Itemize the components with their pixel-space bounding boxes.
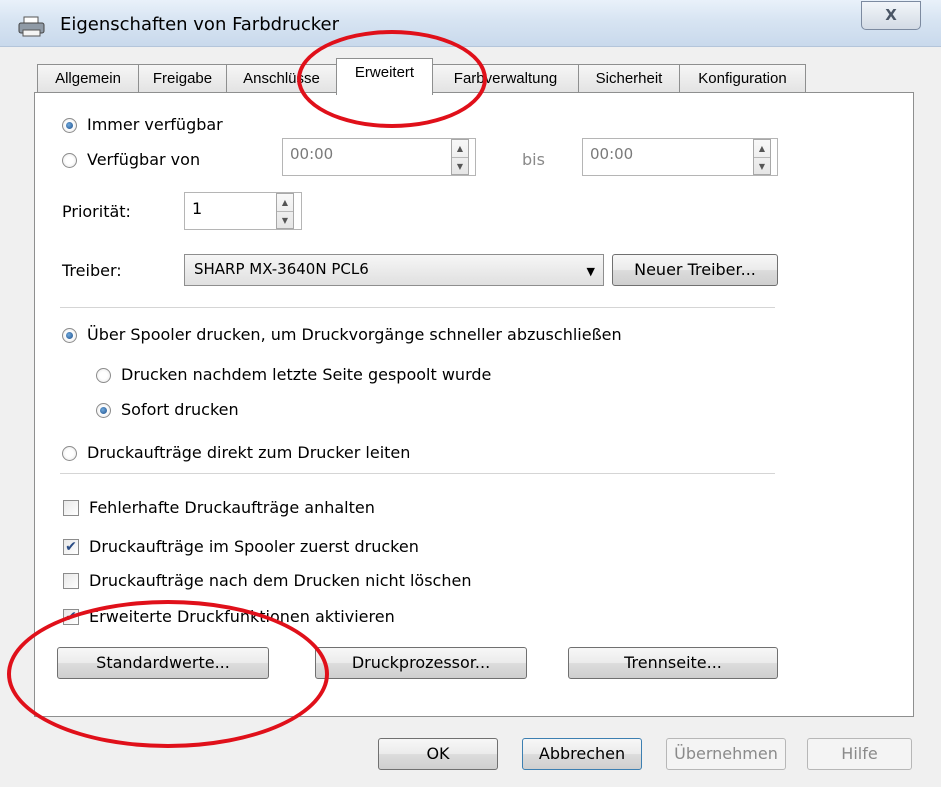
new-driver-button[interactable]: Neuer Treiber... [612,254,778,286]
separator-page-button[interactable]: Trennseite... [568,647,778,679]
keep-printed-checkbox[interactable] [63,573,79,589]
from-time-spinner[interactable]: ▲ ▼ [451,139,469,175]
to-time-spinner[interactable]: ▲ ▼ [753,139,771,175]
title-bar: Eigenschaften von Farbdrucker X [0,0,941,47]
advanced-features-checkbox[interactable]: ✔ [63,609,79,625]
tab-konfiguration[interactable]: Konfiguration [679,64,806,92]
tab-farbverwaltung[interactable]: Farbverwaltung [432,64,579,92]
advanced-features-label: Erweiterte Druckfunktionen aktivieren [89,607,395,626]
always-available-label: Immer verfügbar [87,115,223,134]
spin-up-icon[interactable]: ▲ [277,194,293,212]
keep-printed-label: Druckaufträge nach dem Drucken nicht lös… [89,571,472,590]
printer-icon [18,16,45,37]
divider [60,473,775,474]
after-last-page-label: Drucken nachdem letzte Seite gespoolt wu… [121,365,492,384]
spin-down-icon[interactable]: ▼ [277,212,293,229]
spooled-first-checkbox[interactable]: ✔ [63,539,79,555]
tab-erweitert[interactable]: Erweitert [336,58,433,95]
tab-anschluesse[interactable]: Anschlüsse [226,64,337,92]
available-from-label: Verfügbar von [87,150,201,169]
window-title: Eigenschaften von Farbdrucker [60,14,340,35]
divider [60,307,775,308]
available-from-radio[interactable] [62,153,77,168]
priority-spinner[interactable]: ▲ ▼ [276,193,294,229]
help-button[interactable]: Hilfe [807,738,912,770]
hold-mismatched-checkbox[interactable] [63,500,79,516]
spool-radio[interactable] [62,328,77,343]
tab-freigabe[interactable]: Freigabe [138,64,227,92]
driver-label: Treiber: [62,261,122,280]
apply-button[interactable]: Übernehmen [666,738,786,770]
direct-print-radio[interactable] [62,446,77,461]
to-label: bis [522,150,545,169]
to-time-field[interactable]: 00:00 [582,138,778,176]
print-immediately-label: Sofort drucken [121,400,239,419]
spooled-first-label: Druckaufträge im Spooler zuerst drucken [89,537,419,556]
always-available-radio[interactable] [62,118,77,133]
direct-print-label: Druckaufträge direkt zum Drucker leiten [87,443,411,462]
defaults-button[interactable]: Standardwerte... [57,647,269,679]
ok-button[interactable]: OK [378,738,498,770]
spool-label: Über Spooler drucken, um Druckvorgänge s… [87,325,622,344]
from-time-field[interactable]: 00:00 [282,138,476,176]
after-last-page-radio[interactable] [96,368,111,383]
hold-mismatched-label: Fehlerhafte Druckaufträge anhalten [89,498,375,517]
driver-select[interactable]: SHARP MX-3640N PCL6 ▼ [184,254,604,286]
spin-up-icon[interactable]: ▲ [754,140,770,158]
tab-sicherheit[interactable]: Sicherheit [578,64,680,92]
spin-down-icon[interactable]: ▼ [452,158,468,175]
close-button[interactable]: X [861,1,921,30]
driver-selected-value: SHARP MX-3640N PCL6 [194,260,369,278]
cancel-button[interactable]: Abbrechen [522,738,642,770]
spin-down-icon[interactable]: ▼ [754,158,770,175]
tab-allgemein[interactable]: Allgemein [37,64,139,92]
print-processor-button[interactable]: Druckprozessor... [315,647,527,679]
spin-up-icon[interactable]: ▲ [452,140,468,158]
priority-label: Priorität: [62,202,131,221]
dropdown-arrow-icon[interactable]: ▼ [587,265,595,278]
print-immediately-radio[interactable] [96,403,111,418]
